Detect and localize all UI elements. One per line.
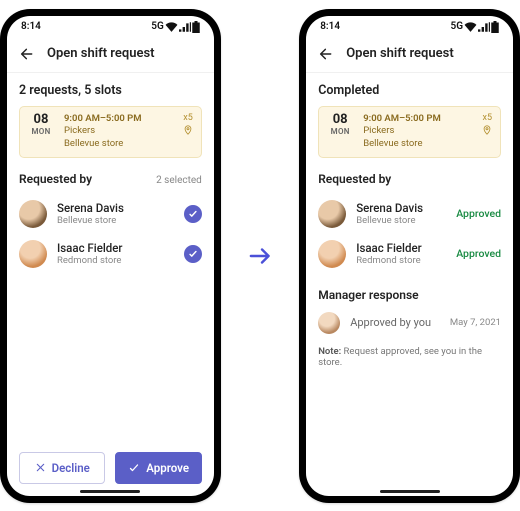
summary-text: 2 requests, 5 slots [19,83,202,98]
location-pin-icon [482,125,492,135]
shift-card[interactable]: 08 MON 9:00 AM–5:00 PM Pickers Bellevue … [318,106,501,158]
signal-icon [478,22,490,32]
clock: 8:14 [320,21,340,32]
manager-title: Manager response [318,288,501,302]
network-label: 5G [450,21,463,32]
person-location: Bellevue store [57,215,174,226]
status-icons: 5G [151,21,200,33]
shift-role: Pickers [363,125,472,138]
status-badge: Approved [456,207,501,220]
manager-text: Approved by you [350,316,440,329]
status-bar: 8:14 5G [306,16,513,38]
clock: 8:14 [21,21,41,32]
shift-day-num: 08 [333,113,348,127]
approve-label: Approve [146,461,189,475]
shift-slots: x5 [482,113,492,123]
decline-label: Decline [52,461,90,475]
manager-date: May 7, 2021 [450,317,501,328]
requested-title: Requested by [318,172,391,186]
shift-day-num: 08 [34,113,49,127]
person-location: Bellevue store [356,215,446,226]
note-body: Request approved, see you in the store. [318,346,482,368]
note-label: Note: [318,346,341,357]
signal-icon [179,22,191,32]
wifi-icon [464,22,477,32]
wifi-icon [165,22,178,32]
status-bar: 8:14 5G [7,16,214,38]
summary-text: Completed [318,83,501,98]
home-indicator [380,490,440,493]
person-location: Redmond store [356,255,446,266]
manager-response: Manager response Approved by you May 7, … [318,288,501,368]
content-area: Completed 08 MON 9:00 AM–5:00 PM Pickers… [306,73,513,496]
shift-date: 08 MON [327,113,353,151]
battery-icon [491,21,499,33]
person-location: Redmond store [57,255,174,266]
screen-before: 8:14 5G Open shift request 2 requests, 5… [7,16,214,496]
requested-header: Requested by [318,172,501,186]
app-header: Open shift request [306,38,513,73]
back-icon[interactable] [19,46,35,62]
requested-title: Requested by [19,172,92,186]
selected-check-icon[interactable] [184,205,202,223]
home-indicator [80,490,140,493]
person-name: Serena Davis [57,201,174,215]
avatar [19,200,47,228]
shift-date: 08 MON [28,113,54,151]
avatar [318,240,346,268]
selected-count: 2 selected [156,175,202,186]
request-row[interactable]: Isaac Fielder Redmond store Approved [318,234,501,274]
shift-location: Bellevue store [64,138,173,151]
person-name: Serena Davis [356,201,446,215]
approve-button[interactable]: Approve [115,452,201,484]
request-row[interactable]: Serena Davis Bellevue store Approved [318,194,501,234]
shift-meta: x5 [183,113,193,151]
phone-after: 8:14 5G Open shift request Completed 08 … [299,9,520,503]
requested-header: Requested by 2 selected [19,172,202,186]
request-row[interactable]: Isaac Fielder Redmond store [19,234,202,274]
shift-info: 9:00 AM–5:00 PM Pickers Bellevue store [64,113,173,151]
content-area: 2 requests, 5 slots 08 MON 9:00 AM–5:00 … [7,73,214,442]
person-name: Isaac Fielder [356,241,446,255]
back-icon[interactable] [318,46,334,62]
shift-location: Bellevue store [363,138,472,151]
shift-role: Pickers [64,125,173,138]
screen-after: 8:14 5G Open shift request Completed 08 … [306,16,513,496]
status-icons: 5G [450,21,499,33]
manager-note: Note: Request approved, see you in the s… [318,346,501,368]
avatar [318,312,340,334]
decline-button[interactable]: Decline [19,452,105,484]
page-title: Open shift request [47,46,155,61]
avatar [19,240,47,268]
network-label: 5G [151,21,164,32]
close-icon [35,462,46,473]
status-badge: Approved [456,247,501,260]
check-icon [128,462,140,474]
manager-row: Approved by you May 7, 2021 [318,308,501,338]
action-bar: Decline Approve [7,442,214,496]
shift-time: 9:00 AM–5:00 PM [363,113,472,126]
shift-day-name: MON [31,127,50,136]
selected-check-icon[interactable] [184,245,202,263]
shift-meta: x5 [482,113,492,151]
shift-slots: x5 [183,113,193,123]
request-row[interactable]: Serena Davis Bellevue store [19,194,202,234]
shift-card[interactable]: 08 MON 9:00 AM–5:00 PM Pickers Bellevue … [19,106,202,158]
avatar [318,200,346,228]
page-title: Open shift request [346,46,454,61]
app-header: Open shift request [7,38,214,73]
shift-day-name: MON [331,127,350,136]
transition-arrow-icon [249,246,271,266]
battery-icon [192,21,200,33]
shift-time: 9:00 AM–5:00 PM [64,113,173,126]
person-name: Isaac Fielder [57,241,174,255]
phone-before: 8:14 5G Open shift request 2 requests, 5… [0,9,221,503]
location-pin-icon [183,125,193,135]
shift-info: 9:00 AM–5:00 PM Pickers Bellevue store [363,113,472,151]
